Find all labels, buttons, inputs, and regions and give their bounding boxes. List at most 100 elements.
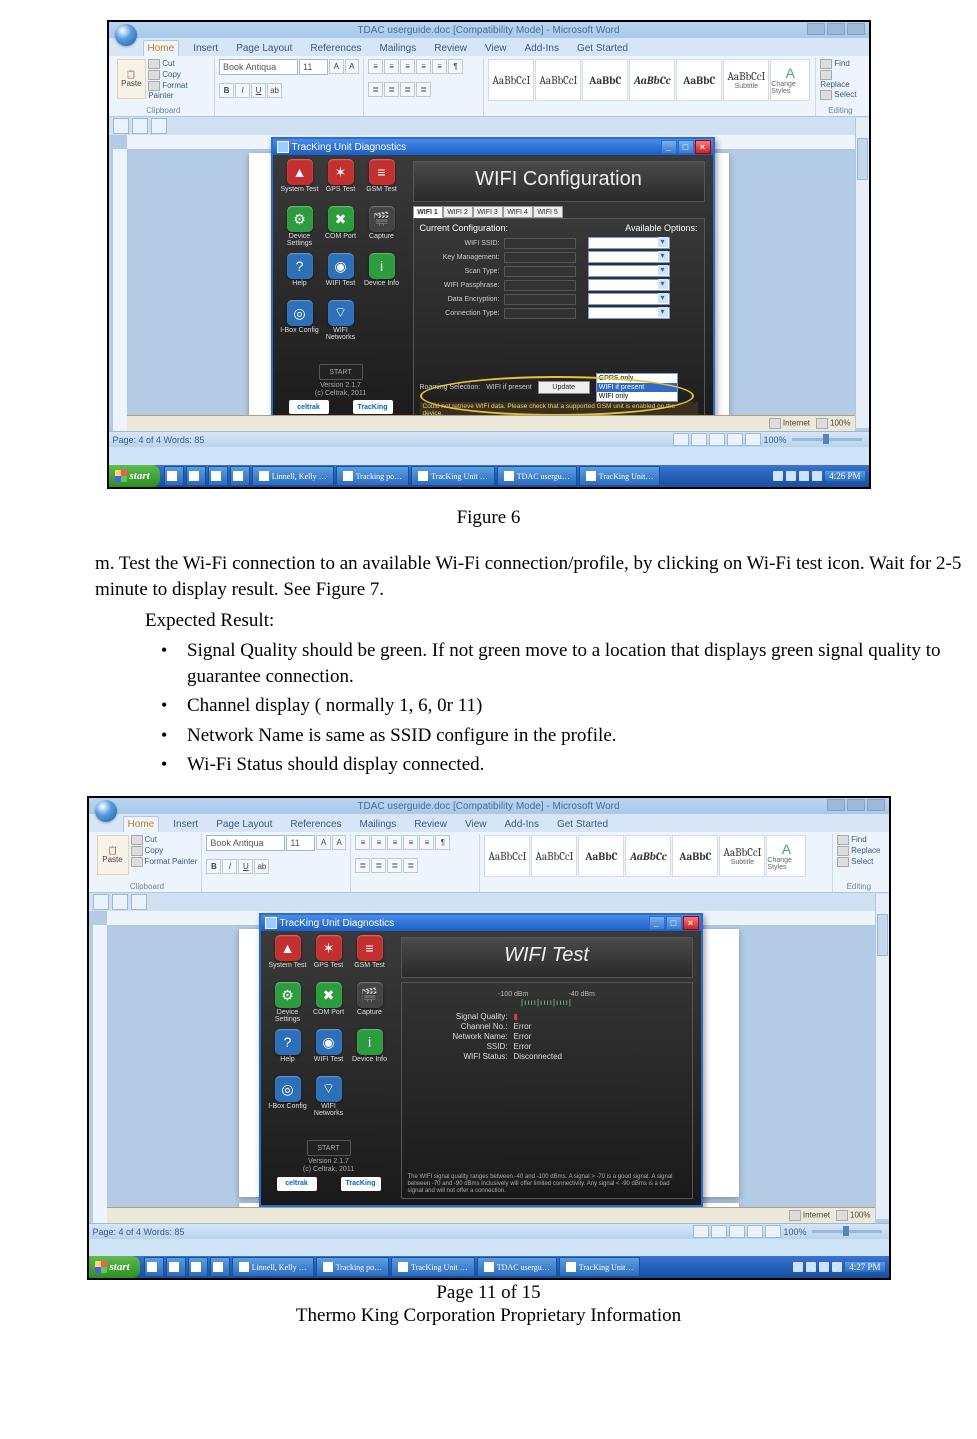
close-button[interactable] xyxy=(867,799,885,811)
wifi-tab-3[interactable]: WIFI 3 xyxy=(473,206,503,218)
style-box[interactable]: AaBbC xyxy=(676,59,722,101)
replace-button[interactable]: Replace xyxy=(820,70,860,89)
qat-icon[interactable] xyxy=(93,894,109,910)
taskbar-quicklaunch[interactable] xyxy=(164,466,184,486)
diag-icon-gsm-test[interactable]: ≡GSM Test xyxy=(362,159,402,205)
taskbar-item[interactable]: TracKing Unit … xyxy=(411,466,495,486)
ribbon-tab-insert[interactable]: Insert xyxy=(169,817,202,832)
ribbon-tab-pagelayout[interactable]: Page Layout xyxy=(212,817,276,832)
italic-button[interactable]: I xyxy=(235,83,250,98)
diag-icon-device-settings[interactable]: ⚙Device Settings xyxy=(268,982,308,1028)
ribbon-tab-references[interactable]: References xyxy=(306,41,365,56)
taskbar-quicklaunch[interactable] xyxy=(144,1257,164,1277)
maximize-button[interactable] xyxy=(847,799,865,811)
office-orb[interactable] xyxy=(95,800,117,822)
wifi-tab-1[interactable]: WIFI 1 xyxy=(413,206,443,218)
roaming-select[interactable]: GPRS only WIFI if present WIFI only xyxy=(596,373,678,402)
strike-button[interactable]: ab xyxy=(267,83,282,98)
diag-icon-gsm-test[interactable]: ≡GSM Test xyxy=(350,935,390,981)
taskbar-item[interactable]: Linnell, Kelly … xyxy=(232,1257,314,1277)
diag-icon-com-port[interactable]: ✖COM Port xyxy=(321,206,361,252)
paste-button[interactable]: 📋Paste xyxy=(117,59,147,99)
taskbar-quicklaunch[interactable] xyxy=(208,466,228,486)
diag-icon-wifi-test[interactable]: ◉WIFI Test xyxy=(309,1029,349,1075)
taskbar-quicklaunch[interactable] xyxy=(210,1257,230,1277)
diag-start-button[interactable]: START xyxy=(319,364,363,380)
taskbar-item[interactable]: TracKing Unit… xyxy=(579,466,661,486)
cut-button[interactable]: Cut xyxy=(131,835,198,845)
diag-icon-i-box-config[interactable]: ◎I-Box Config xyxy=(268,1076,308,1122)
cut-button[interactable]: Cut xyxy=(148,59,210,69)
ribbon-tab-home[interactable]: Home xyxy=(143,40,180,56)
start-button[interactable]: start xyxy=(89,1256,140,1278)
start-button[interactable]: start xyxy=(109,465,160,487)
ribbon-tab-review[interactable]: Review xyxy=(410,817,451,832)
view-web-icon[interactable] xyxy=(709,433,725,446)
ribbon-tab-getstarted[interactable]: Get Started xyxy=(553,817,612,832)
diag-icon-com-port[interactable]: ✖COM Port xyxy=(309,982,349,1028)
ribbon-tab-insert[interactable]: Insert xyxy=(189,41,222,56)
ribbon-tab-addins[interactable]: Add-Ins xyxy=(501,817,543,832)
find-button[interactable]: Find xyxy=(837,835,880,845)
select-button[interactable]: Select xyxy=(837,857,880,867)
taskbar-item[interactable]: Tracking po… xyxy=(336,466,410,486)
format-painter-button[interactable]: Format Painter xyxy=(131,857,198,867)
ribbon-tab-references[interactable]: References xyxy=(286,817,345,832)
diag-icon-device-settings[interactable]: ⚙Device Settings xyxy=(280,206,320,252)
tray-icon[interactable] xyxy=(799,471,809,481)
style-box[interactable]: AaBbCcI xyxy=(488,59,534,101)
diag-icon-gps-test[interactable]: ✶GPS Test xyxy=(321,159,361,205)
view-full-screen-icon[interactable] xyxy=(691,433,707,446)
ribbon-tab-pagelayout[interactable]: Page Layout xyxy=(232,41,296,56)
taskbar-item[interactable]: TDAC usergu… xyxy=(497,466,577,486)
ribbon-tab-view[interactable]: View xyxy=(481,41,511,56)
qat-redo-icon[interactable] xyxy=(151,118,167,134)
grow-font-button[interactable]: A xyxy=(329,59,343,74)
font-name-combo[interactable]: Book Antiqua xyxy=(206,835,285,851)
paste-button[interactable]: 📋Paste xyxy=(97,835,129,875)
diag-icon-i-box-config[interactable]: ◎I-Box Config xyxy=(280,300,320,346)
diag-icon-capture[interactable]: 🎬Capture xyxy=(362,206,402,252)
taskbar-quicklaunch[interactable] xyxy=(230,466,250,486)
view-outline-icon[interactable] xyxy=(727,433,743,446)
diag-icon-capture[interactable]: 🎬Capture xyxy=(350,982,390,1028)
style-box[interactable]: AaBbC xyxy=(582,59,628,101)
underline-button[interactable]: U xyxy=(251,83,266,98)
replace-button[interactable]: Replace xyxy=(837,846,880,856)
taskbar-item[interactable]: TracKing Unit … xyxy=(391,1257,475,1277)
ribbon-tab-addins[interactable]: Add-Ins xyxy=(521,41,563,56)
diag-close-button[interactable]: × xyxy=(683,916,699,930)
ribbon-tab-mailings[interactable]: Mailings xyxy=(356,817,401,832)
style-box[interactable]: AaBbCc xyxy=(629,59,675,101)
config-select[interactable] xyxy=(588,293,670,305)
style-box[interactable]: AaBbCcI xyxy=(535,59,581,101)
diag-close-button[interactable]: × xyxy=(695,140,711,154)
config-select[interactable] xyxy=(588,237,670,249)
copy-button[interactable]: Copy xyxy=(131,846,198,856)
taskbar-quicklaunch[interactable] xyxy=(188,1257,208,1277)
diag-icon-gps-test[interactable]: ✶GPS Test xyxy=(309,935,349,981)
config-select[interactable] xyxy=(588,279,670,291)
minimize-button[interactable] xyxy=(807,23,825,35)
diag-icon-help[interactable]: ?Help xyxy=(268,1029,308,1075)
wifi-tab-4[interactable]: WIFI 4 xyxy=(503,206,533,218)
taskbar-item[interactable]: Tracking po… xyxy=(316,1257,390,1277)
tray-icon[interactable] xyxy=(812,471,822,481)
view-print-layout-icon[interactable] xyxy=(673,433,689,446)
wifi-tab-5[interactable]: WIFI 5 xyxy=(533,206,563,218)
diag-icon-system-test[interactable]: ▲System Test xyxy=(280,159,320,205)
diag-icon-wifi-test[interactable]: ◉WIFI Test xyxy=(321,253,361,299)
zoom-slider[interactable] xyxy=(792,438,862,441)
minimize-button[interactable] xyxy=(827,799,845,811)
style-box[interactable]: AaBbCcISubtitle xyxy=(723,59,769,101)
diag-icon-wifi-networks[interactable]: ⌔WIFI Networks xyxy=(321,300,361,346)
maximize-button[interactable] xyxy=(827,23,845,35)
qat-icon[interactable] xyxy=(131,894,147,910)
diag-icon-help[interactable]: ?Help xyxy=(280,253,320,299)
diag-icon-wifi-networks[interactable]: ⌔WIFI Networks xyxy=(309,1076,349,1122)
zoom-slider[interactable] xyxy=(812,1230,882,1233)
ribbon-tab-mailings[interactable]: Mailings xyxy=(376,41,421,56)
taskbar-quicklaunch[interactable] xyxy=(186,466,206,486)
taskbar-item[interactable]: TDAC usergu… xyxy=(477,1257,557,1277)
vertical-scrollbar[interactable] xyxy=(875,894,889,1219)
